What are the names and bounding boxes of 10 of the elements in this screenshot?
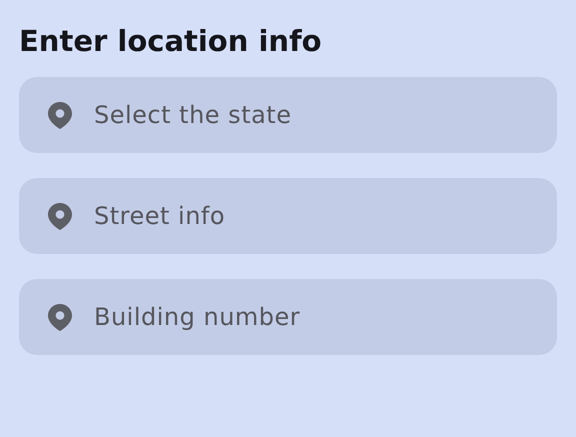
- location-pin-icon: [48, 102, 72, 128]
- placeholder-text: Building number: [94, 302, 300, 333]
- input-field[interactable]: Select the state: [19, 77, 557, 153]
- page-title: Enter location info: [19, 23, 323, 60]
- location-pin-icon: [48, 304, 72, 330]
- location-pin-icon: [48, 202, 72, 230]
- placeholder-text: Street info: [94, 201, 226, 232]
- input-field[interactable]: Street info: [19, 178, 557, 254]
- input-field[interactable]: Building number: [19, 279, 557, 355]
- placeholder-text: Select the state: [94, 100, 292, 131]
